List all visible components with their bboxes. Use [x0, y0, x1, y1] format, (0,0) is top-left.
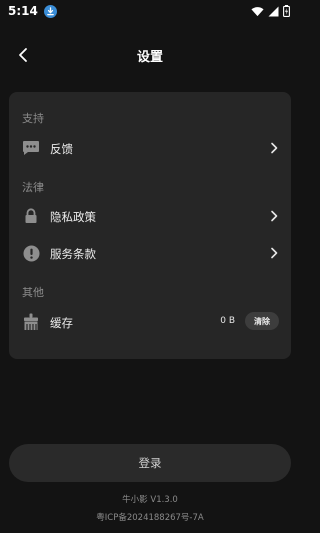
- row-terms-of-service-label: 服务条款: [50, 247, 96, 261]
- broom-icon: [22, 313, 40, 331]
- status-bar: 5:14: [0, 0, 300, 22]
- chevron-right-icon: [271, 142, 278, 154]
- alert-circle-icon: [22, 244, 40, 262]
- settings-card: 支持 反馈 法律 隐私政策 服务条款 其他 缓存 0 B 清除: [9, 92, 291, 359]
- status-right: [251, 2, 290, 21]
- battery-charging-icon: [283, 2, 290, 21]
- clear-cache-button[interactable]: 清除: [245, 312, 279, 330]
- page-title: 设置: [136, 50, 163, 65]
- status-time: 5:14: [8, 4, 38, 18]
- row-cache-label: 缓存: [50, 316, 73, 330]
- login-button[interactable]: 登录: [9, 444, 291, 482]
- app-version: 牛小影 V1.3.0: [122, 495, 178, 505]
- row-feedback[interactable]: 反馈: [9, 133, 291, 163]
- wifi-icon: [251, 2, 264, 21]
- section-label-legal: 法律: [22, 181, 44, 194]
- chevron-right-icon: [271, 247, 278, 259]
- chevron-right-icon: [271, 210, 278, 222]
- section-label-other: 其他: [22, 286, 44, 299]
- status-left: 5:14: [8, 4, 57, 18]
- section-label-support: 支持: [22, 112, 44, 125]
- message-dots-icon: [22, 139, 40, 157]
- signal-icon: [268, 2, 279, 21]
- row-privacy-policy-label: 隐私政策: [50, 210, 96, 224]
- header: 设置: [0, 40, 300, 70]
- download-icon: [43, 4, 57, 18]
- row-privacy-policy[interactable]: 隐私政策: [9, 201, 291, 231]
- icp-license: 粤ICP备2024188267号-7A: [96, 513, 204, 523]
- row-terms-of-service[interactable]: 服务条款: [9, 238, 291, 268]
- cache-size-value: 0 B: [220, 316, 235, 326]
- row-feedback-label: 反馈: [50, 142, 73, 156]
- row-cache: 缓存 0 B 清除: [9, 307, 291, 337]
- lock-icon: [22, 207, 40, 225]
